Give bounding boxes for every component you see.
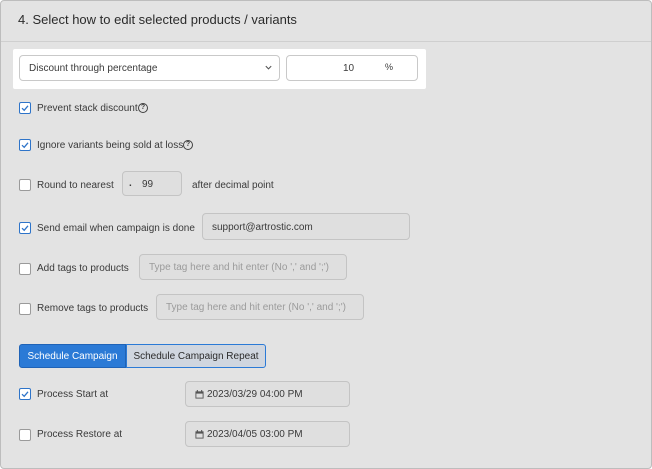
process-start-value: 2023/03/29 04:00 PM (207, 389, 303, 400)
calendar-icon (195, 430, 204, 439)
remove-tags-placeholder: Type tag here and hit enter (No ',' and … (166, 302, 346, 313)
discount-percentage-value: 10 (343, 63, 355, 74)
process-start-checkbox[interactable] (19, 388, 31, 400)
edit-method-selected-value: Discount through percentage (29, 63, 158, 74)
section-header: 4. Select how to edit selected products … (1, 1, 651, 42)
remove-tags-input[interactable]: Type tag here and hit enter (No ',' and … (156, 294, 364, 320)
remove-tags-label: Remove tags to products (37, 303, 149, 314)
remove-tags-checkbox[interactable] (19, 303, 31, 315)
discount-percentage-input[interactable]: 10 % (286, 55, 418, 81)
chevron-down-icon (265, 65, 272, 70)
round-suffix-label: after decimal point (192, 180, 274, 191)
add-tags-label: Add tags to products (37, 263, 129, 274)
help-icon[interactable]: ? (138, 103, 148, 113)
checkmark-icon (21, 391, 29, 398)
round-decimal-input[interactable]: . 99 (122, 171, 182, 196)
ignore-loss-label: Ignore variants being sold at loss (37, 140, 184, 151)
decimal-point: . (129, 178, 132, 189)
process-start-datetime-input[interactable]: 2023/03/29 04:00 PM (185, 381, 350, 407)
process-restore-checkbox[interactable] (19, 429, 31, 441)
checkmark-icon (21, 105, 29, 112)
ignore-loss-checkbox[interactable] (19, 139, 31, 151)
checkmark-icon (21, 142, 29, 149)
add-tags-input[interactable]: Type tag here and hit enter (No ',' and … (139, 254, 347, 280)
help-icon[interactable]: ? (183, 140, 193, 150)
send-email-label: Send email when campaign is done (37, 223, 195, 234)
process-start-label: Process Start at (37, 389, 109, 400)
process-restore-value: 2023/04/05 03:00 PM (207, 429, 303, 440)
checkmark-icon (21, 225, 29, 232)
process-restore-label: Process Restore at (37, 429, 123, 440)
tab-schedule-campaign-repeat[interactable]: Schedule Campaign Repeat (126, 344, 266, 368)
edit-method-select[interactable]: Discount through percentage (19, 55, 280, 81)
tab-schedule-campaign[interactable]: Schedule Campaign (19, 344, 126, 368)
section-title: 4. Select how to edit selected products … (18, 12, 297, 27)
process-restore-datetime-input[interactable]: 2023/04/05 03:00 PM (185, 421, 350, 447)
calendar-icon (195, 390, 204, 399)
send-email-checkbox[interactable] (19, 222, 31, 234)
settings-panel: 4. Select how to edit selected products … (0, 0, 652, 469)
email-value: support@artrostic.com (212, 222, 313, 233)
add-tags-placeholder: Type tag here and hit enter (No ',' and … (149, 262, 329, 273)
round-decimal-value: 99 (142, 179, 154, 190)
email-field[interactable]: support@artrostic.com (202, 213, 410, 240)
percent-unit: % (385, 62, 394, 72)
round-to-nearest-label: Round to nearest (37, 180, 114, 191)
add-tags-checkbox[interactable] (19, 263, 31, 275)
prevent-stack-discount-checkbox[interactable] (19, 102, 31, 114)
prevent-stack-discount-label: Prevent stack discount (37, 103, 138, 114)
round-to-nearest-checkbox[interactable] (19, 179, 31, 191)
